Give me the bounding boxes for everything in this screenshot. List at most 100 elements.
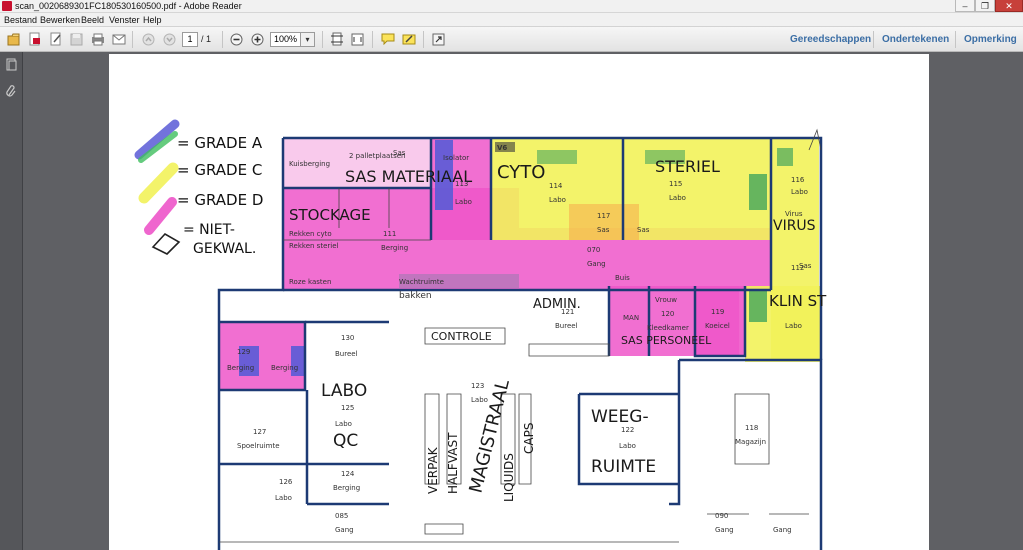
label-sas-118: Sas — [637, 226, 650, 234]
pdf-page: = GRADE A = GRADE C = GRADE D = NIET- GE… — [109, 54, 929, 550]
document-scroll-area[interactable] — [1018, 52, 1023, 550]
label-virus: VIRUS — [773, 218, 816, 234]
label-n118: 118 — [745, 424, 758, 432]
tools-button[interactable]: Gereedschappen — [790, 31, 871, 48]
label-halfvast: HALFVAST — [446, 432, 460, 494]
label-gang-090: Gang — [715, 526, 734, 534]
label-n111: 111 — [383, 230, 396, 238]
label-cyto: CYTO — [497, 162, 545, 183]
maximize-button[interactable]: ❐ — [975, 0, 995, 12]
label-labo: LABO — [321, 381, 367, 401]
zoom-in-icon[interactable] — [248, 30, 267, 48]
toolbar-separator — [322, 31, 323, 48]
edit-icon[interactable] — [46, 30, 65, 48]
label-n114: 114 — [549, 182, 563, 190]
create-pdf-icon[interactable] — [25, 30, 44, 48]
label-bakken: bakken — [399, 291, 432, 301]
label-n085: 085 — [335, 512, 348, 520]
label-spoelruimte: Spoelruimte — [237, 442, 280, 450]
toolbar-separator — [955, 31, 956, 48]
label-sas-personeel: SAS PERSONEEL — [621, 334, 712, 347]
label-labo-114: Labo — [549, 196, 566, 204]
menu-help[interactable]: Help — [143, 13, 162, 27]
label-berging-129b: Berging — [271, 364, 298, 372]
page-thumbnails-icon[interactable] — [5, 58, 18, 71]
comment-button[interactable]: Opmerking — [964, 31, 1017, 48]
label-gang-085: Gang — [335, 526, 354, 534]
legend: = GRADE A = GRADE C = GRADE D = NIET- GE… — [134, 119, 263, 257]
menu-beeld[interactable]: Beeld — [81, 13, 104, 27]
legend-grade-c: = GRADE C — [177, 161, 262, 179]
label-caps: CAPS — [522, 423, 536, 454]
label-magazijn: Magazijn — [735, 438, 766, 446]
title-bar: scan_0020689301FC180530160500.pdf - Adob… — [0, 0, 1023, 13]
label-labo-123: Labo — [471, 396, 488, 404]
expand-icon[interactable] — [429, 30, 448, 48]
highlight-icon[interactable] — [399, 30, 418, 48]
label-verpak: VERPAK — [426, 446, 440, 494]
print-icon[interactable] — [88, 30, 107, 48]
label-rekken-cyto: Rekken cyto — [289, 230, 332, 238]
label-buis: Buis — [615, 274, 630, 282]
menu-bewerken[interactable]: Bewerken — [40, 13, 80, 27]
label-labo-113: Labo — [455, 198, 472, 206]
email-icon[interactable] — [109, 30, 128, 48]
label-n115: 115 — [669, 180, 682, 188]
label-rekken-steriel: Rekken steriel — [289, 242, 339, 250]
label-gang-2: Gang — [773, 526, 792, 534]
comment-icon[interactable] — [378, 30, 397, 48]
label-n127: 127 — [253, 428, 266, 436]
label-isolator: Isolator — [443, 154, 469, 162]
label-n119: 119 — [711, 308, 724, 316]
label-sas-material: SAS MATERIAAL — [345, 167, 472, 186]
label-ruimte: RUIMTE — [591, 457, 656, 477]
label-labo-125: Labo — [335, 420, 352, 428]
menu-venster[interactable]: Venster — [109, 13, 140, 27]
label-n120: 120 — [661, 310, 674, 318]
label-n124: 124 — [341, 470, 355, 478]
label-labo-115: Labo — [669, 194, 686, 202]
zoom-input[interactable]: 100% — [270, 32, 300, 47]
label-liquids: LIQUIDS — [502, 453, 516, 502]
open-icon[interactable] — [4, 30, 23, 48]
toolbar-separator — [132, 31, 133, 48]
fit-page-icon[interactable] — [327, 30, 346, 48]
page-total: / 1 — [201, 34, 212, 44]
close-button[interactable]: ✕ — [995, 0, 1023, 12]
adobe-reader-icon — [2, 1, 12, 11]
next-page-icon[interactable] — [160, 30, 179, 48]
zoom-out-icon[interactable] — [227, 30, 246, 48]
window-title: scan_0020689301FC180530160500.pdf - Adob… — [15, 1, 242, 11]
menu-bestand[interactable]: Bestand — [4, 13, 37, 27]
label-labo-klin: Labo — [785, 322, 802, 330]
niet-gekwal-swatch — [151, 232, 181, 255]
grade-d-swatch — [144, 197, 177, 235]
save-icon[interactable] — [67, 30, 86, 48]
label-n117: 117 — [597, 212, 610, 220]
sign-button[interactable]: Ondertekenen — [882, 31, 949, 48]
label-koeicel: Koeicel — [705, 322, 730, 330]
fit-width-icon[interactable] — [348, 30, 367, 48]
attachment-icon[interactable] — [5, 84, 18, 97]
prev-page-icon[interactable] — [139, 30, 158, 48]
legend-niet: = NIET- — [183, 222, 235, 238]
label-man: MAN — [623, 314, 639, 322]
label-klin-st: KLIN ST — [769, 292, 827, 310]
label-n126: 126 — [279, 478, 293, 486]
label-bureel-130: Bureel — [335, 350, 358, 358]
navigation-pane — [0, 52, 23, 550]
toolbar-separator — [423, 31, 424, 48]
page-number-input[interactable]: 1 — [182, 32, 198, 47]
legend-grade-a: = GRADE A — [177, 134, 263, 152]
label-n125: 125 — [341, 404, 354, 412]
menu-bar: Bestand Bewerken Beeld Venster Help — [0, 13, 1023, 27]
label-bureel-121: Bureel — [555, 322, 578, 330]
minimize-button[interactable]: – — [955, 0, 975, 12]
label-labo-122: Labo — [619, 442, 636, 450]
label-palletplaatsen: 2 palletplaatsen — [349, 152, 405, 160]
label-n113: 113 — [455, 180, 468, 188]
label-virus-small: Virus — [785, 210, 803, 218]
zoom-dropdown-icon[interactable]: ▾ — [300, 32, 315, 47]
document-area[interactable]: = GRADE A = GRADE C = GRADE D = NIET- GE… — [24, 52, 1023, 550]
label-n121: 121 — [561, 308, 574, 316]
